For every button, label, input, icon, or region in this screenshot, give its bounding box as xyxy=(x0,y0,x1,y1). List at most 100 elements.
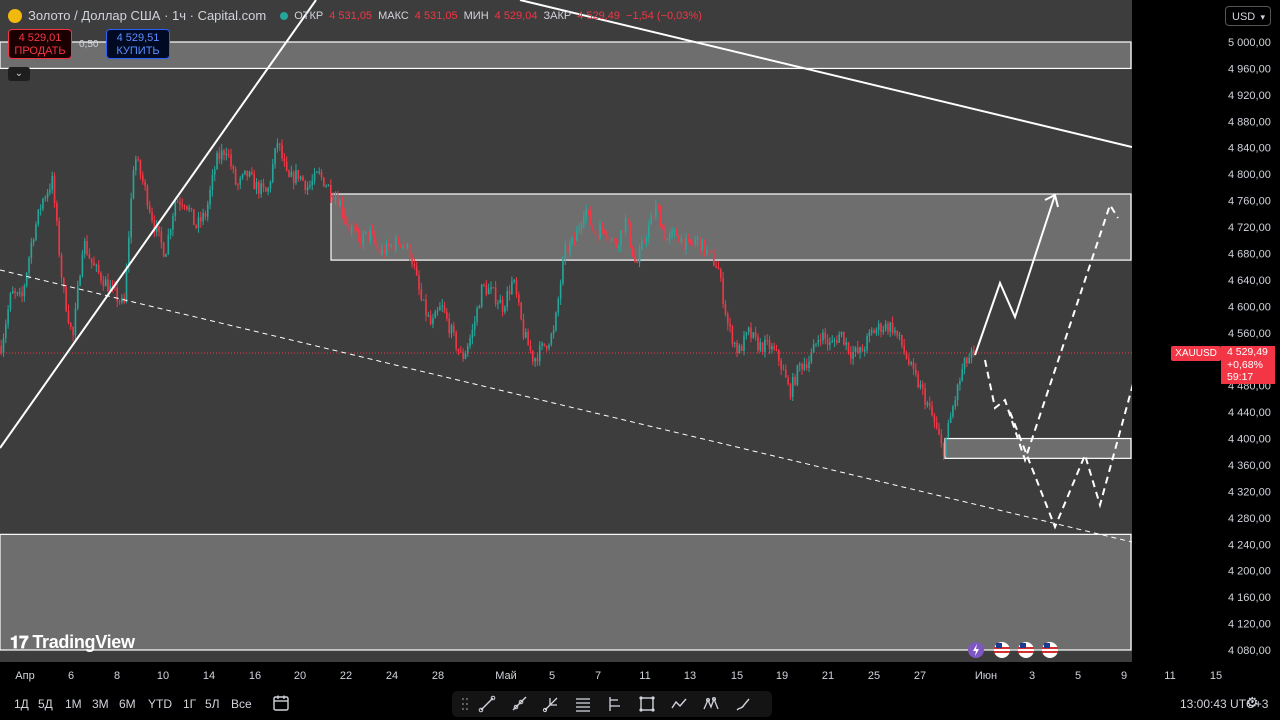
candle-body xyxy=(768,340,771,350)
range-all[interactable]: Все xyxy=(231,697,252,711)
candle-body xyxy=(97,264,100,273)
y-tick-label: 4 080,00 xyxy=(1228,645,1271,657)
candle-body xyxy=(86,241,88,255)
time-axis-extension[interactable]: 11 15 xyxy=(1132,662,1280,688)
candle-body xyxy=(364,231,367,234)
candle-body xyxy=(949,416,952,423)
candle-body xyxy=(935,422,938,429)
trendline-icon[interactable] xyxy=(478,695,496,713)
candle-body xyxy=(429,315,432,325)
candle-body xyxy=(69,323,72,327)
candle-body xyxy=(116,287,119,302)
candle-body xyxy=(271,164,274,182)
brush-icon[interactable] xyxy=(734,695,752,713)
zone-rect[interactable] xyxy=(944,437,1132,459)
candle-body xyxy=(199,217,202,222)
candle-body xyxy=(146,185,149,206)
candle-body xyxy=(803,364,806,370)
drag-handle-icon[interactable] xyxy=(456,695,474,713)
candle-body xyxy=(476,308,478,322)
candle-body xyxy=(88,254,91,259)
x-tick-label: 3 xyxy=(1029,670,1035,682)
candle-body xyxy=(0,346,2,354)
candle-body xyxy=(817,339,820,344)
range-6m[interactable]: 6М xyxy=(119,697,136,711)
buy-button[interactable]: 4 529,51 КУПИТЬ xyxy=(106,29,170,59)
candle-body xyxy=(18,292,21,294)
candle-body xyxy=(940,434,943,444)
candle-body xyxy=(374,233,376,243)
price-chart[interactable] xyxy=(0,0,1132,662)
sell-button[interactable]: 4 529,01 ПРОДАТЬ xyxy=(8,29,72,59)
candle-body xyxy=(49,189,51,193)
y-tick-label: 4 240,00 xyxy=(1228,539,1271,551)
currency-selector[interactable]: USD ▾ xyxy=(1225,6,1271,26)
candle-body xyxy=(125,266,128,303)
us-flag-icon[interactable] xyxy=(1042,642,1058,658)
x-tick-label: 19 xyxy=(776,670,788,682)
long-position-icon[interactable] xyxy=(606,695,624,713)
range-ytd[interactable]: YTD xyxy=(148,697,172,711)
candle-body xyxy=(589,210,592,225)
candle-body xyxy=(413,263,416,267)
x-tick-label: Июн xyxy=(975,670,997,682)
candle-body xyxy=(761,342,764,353)
zone-rect[interactable] xyxy=(0,533,1132,651)
candle-body xyxy=(367,231,369,240)
us-flag-icon[interactable] xyxy=(994,642,1010,658)
candle-body xyxy=(952,406,954,417)
range-1m[interactable]: 1М xyxy=(65,697,82,711)
candle-body xyxy=(248,171,251,177)
gear-icon[interactable]: ⚙ xyxy=(1246,694,1259,711)
us-flag-icon[interactable] xyxy=(1018,642,1034,658)
fib-icon[interactable] xyxy=(574,695,592,713)
y-tick-label: 4 840,00 xyxy=(1228,143,1271,155)
x-tick-label: 20 xyxy=(294,670,306,682)
zone-rect[interactable] xyxy=(330,193,1132,261)
candle-body xyxy=(912,362,915,369)
candle-body xyxy=(926,402,929,405)
candle-body xyxy=(281,144,283,159)
candle-body xyxy=(399,243,402,246)
candle-body xyxy=(446,311,448,319)
calendar-range-icon[interactable] xyxy=(272,694,290,712)
lightning-icon[interactable] xyxy=(968,642,984,658)
y-tick-label: 4 720,00 xyxy=(1228,222,1271,234)
range-3m[interactable]: 3М xyxy=(92,697,109,711)
rectangle-icon[interactable] xyxy=(638,695,656,713)
pitchfork-icon[interactable] xyxy=(542,695,560,713)
range-5y[interactable]: 5Л xyxy=(205,697,220,711)
candle-body xyxy=(39,208,42,210)
x-tick-label: 14 xyxy=(203,670,215,682)
candle-body xyxy=(903,345,906,353)
ray-icon[interactable] xyxy=(510,695,528,713)
candle-body xyxy=(81,253,84,277)
candle-body xyxy=(404,245,406,248)
candle-body xyxy=(759,342,762,351)
candle-body xyxy=(571,237,574,244)
x-tick-label: 10 xyxy=(157,670,169,682)
range-1d[interactable]: 1Д xyxy=(14,697,29,711)
pattern-icon[interactable] xyxy=(702,695,720,713)
range-1y[interactable]: 1Г xyxy=(183,697,196,711)
y-tick-label: 4 640,00 xyxy=(1228,275,1271,287)
candle-body xyxy=(183,205,186,207)
candle-body xyxy=(891,322,894,333)
support-trendline[interactable] xyxy=(0,269,1132,543)
time-axis[interactable]: Апр 6 8 10 14 16 20 22 24 28 Май 5 7 11 13 15 19 21 25 27 Ию… xyxy=(0,662,1132,688)
path-icon[interactable] xyxy=(670,695,688,713)
collapse-legend-button[interactable]: ⌄ xyxy=(8,67,30,81)
candle-body xyxy=(292,172,295,184)
candle-body xyxy=(764,339,766,353)
candle-body xyxy=(492,287,495,289)
candle-body xyxy=(566,245,569,254)
symbol-title[interactable]: Золото / Доллар США · 1ч · Capital.com xyxy=(28,8,266,23)
candle-body xyxy=(74,308,77,336)
price-axis[interactable]: 5 000,00 4 960,00 4 920,00 4 880,00 4 840,00… xyxy=(1132,0,1280,662)
candle-body xyxy=(332,197,334,200)
range-5d[interactable]: 5Д xyxy=(38,697,53,711)
candle-body xyxy=(258,182,260,194)
bar-countdown: 59:17 xyxy=(1227,371,1254,383)
chart-pane[interactable] xyxy=(0,0,1132,662)
tradingview-logo[interactable]: 𝟏𝟕 TradingView xyxy=(10,632,135,653)
